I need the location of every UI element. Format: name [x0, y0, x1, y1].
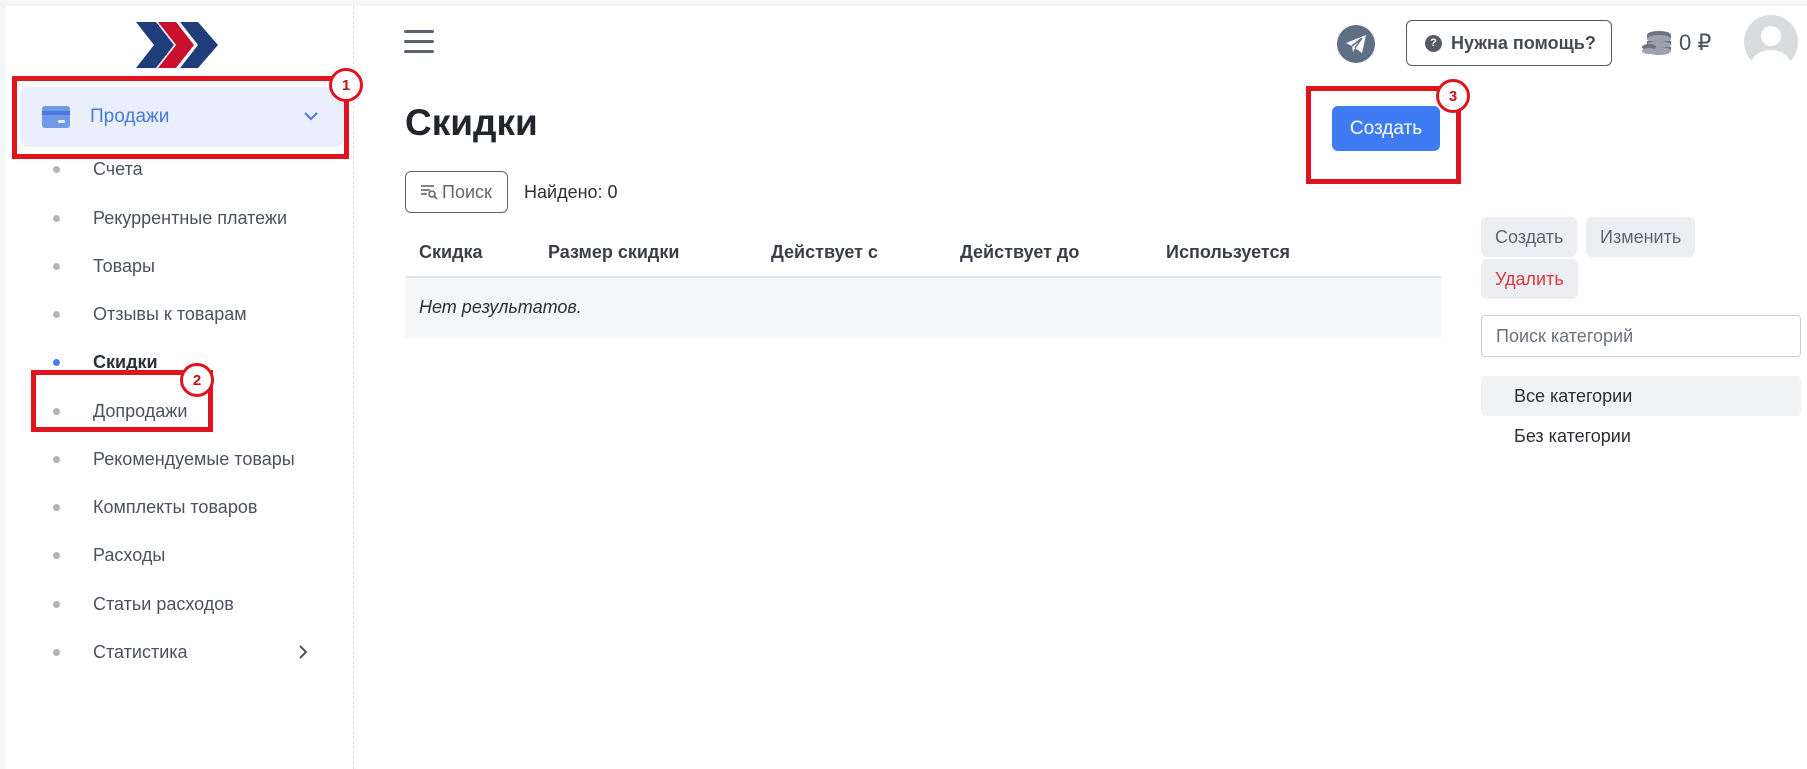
table-empty-row: Нет результатов.	[405, 278, 1441, 338]
table-header: Скидка Размер скидки Действует с Действу…	[405, 228, 1441, 278]
search-button-label: Поиск	[442, 181, 492, 202]
category-search-input[interactable]	[1481, 315, 1801, 357]
telegram-icon[interactable]	[1337, 25, 1375, 63]
sidebar-item-label: Допродажи	[93, 400, 188, 421]
chevron-down-icon[interactable]	[302, 107, 320, 125]
sidebar-item-recurring-payments[interactable]: Рекуррентные платежи	[6, 194, 354, 242]
bullet-icon	[53, 358, 60, 366]
menu-toggle-icon[interactable]	[404, 30, 434, 58]
sidebar-item-label: Комплекты товаров	[93, 496, 258, 517]
page-title: Скидки	[405, 102, 538, 143]
sidebar-item-product-reviews[interactable]: Отзывы к товарам	[6, 290, 354, 338]
sidebar-item-expense-items[interactable]: Статьи расходов	[6, 580, 354, 628]
sidebar-item-products[interactable]: Товары	[6, 242, 354, 290]
bullet-icon	[53, 214, 60, 222]
sidebar-item-label: Рекуррентные платежи	[93, 207, 288, 228]
discounts-table: Скидка Размер скидки Действует с Действу…	[405, 228, 1441, 338]
filter-search-icon	[421, 185, 438, 200]
create-discount-button[interactable]: Создать	[1332, 106, 1440, 151]
bullet-icon	[53, 455, 60, 463]
sidebar-item-label: Расходы	[93, 544, 166, 565]
sidebar: Продажи Счета Рекуррентные платежи Товар…	[6, 6, 354, 769]
bullet-icon	[53, 407, 60, 415]
category-delete-button[interactable]: Удалить	[1481, 259, 1578, 299]
coins-icon	[1642, 31, 1671, 55]
column-header-valid-from[interactable]: Действует с	[771, 242, 878, 263]
column-header-discount[interactable]: Скидка	[419, 242, 483, 263]
bullet-icon	[53, 503, 60, 511]
bullet-icon	[53, 262, 60, 270]
sidebar-item-product-bundles[interactable]: Комплекты товаров	[6, 483, 354, 531]
sidebar-item-statistics[interactable]: Статистика	[6, 628, 354, 676]
column-header-used[interactable]: Используется	[1166, 242, 1290, 263]
sidebar-item-label: Товары	[93, 255, 155, 276]
bullet-icon	[53, 165, 60, 173]
sidebar-item-label: Счета	[93, 158, 143, 179]
column-header-discount-size[interactable]: Размер скидки	[548, 242, 679, 263]
sidebar-item-upsells[interactable]: Допродажи	[6, 387, 354, 435]
app-window: Продажи Счета Рекуррентные платежи Товар…	[6, 6, 1807, 769]
avatar[interactable]	[1744, 15, 1798, 69]
category-item-all[interactable]: Все категории	[1481, 376, 1801, 416]
annotation-badge-3: 3	[1436, 79, 1470, 113]
balance-amount: 0 ₽	[1679, 30, 1712, 55]
sidebar-item-recommended-products[interactable]: Рекомендуемые товары	[6, 435, 354, 483]
sidebar-item-label: Рекомендуемые товары	[93, 448, 295, 469]
credit-card-icon	[42, 106, 70, 128]
balance[interactable]: 0 ₽	[1641, 30, 1711, 56]
help-button[interactable]: ? Нужна помощь?	[1406, 20, 1612, 66]
help-button-label: Нужна помощь?	[1451, 32, 1596, 53]
category-item-label: Без категории	[1514, 426, 1631, 446]
annotation-badge-2: 2	[180, 363, 214, 397]
bullet-icon	[53, 310, 60, 318]
sidebar-item-invoices[interactable]: Счета	[6, 145, 354, 193]
category-edit-button[interactable]: Изменить	[1586, 217, 1696, 257]
category-item-label: Все категории	[1514, 386, 1633, 406]
search-button[interactable]: Поиск	[405, 171, 508, 213]
sidebar-item-label: Скидки	[93, 351, 158, 372]
results-count: Найдено: 0	[524, 182, 618, 202]
sidebar-section-label: Продажи	[90, 106, 170, 127]
column-header-valid-until[interactable]: Действует до	[960, 242, 1079, 263]
sidebar-item-label: Статистика	[93, 641, 188, 662]
category-item-uncategorized[interactable]: Без категории	[1481, 416, 1801, 456]
sidebar-item-label: Отзывы к товарам	[93, 303, 247, 324]
bullet-icon	[53, 600, 60, 608]
bullet-icon	[53, 648, 60, 656]
user-avatar-icon	[1751, 26, 1791, 69]
annotation-badge-1: 1	[329, 68, 363, 102]
category-create-button[interactable]: Создать	[1481, 217, 1578, 257]
sidebar-item-label: Статьи расходов	[93, 593, 234, 614]
sidebar-item-expenses[interactable]: Расходы	[6, 531, 354, 579]
logo-icon[interactable]	[136, 20, 220, 70]
chevron-right-icon	[299, 645, 308, 659]
question-circle-icon: ?	[1425, 34, 1442, 52]
sidebar-section-sales[interactable]: Продажи	[20, 87, 344, 147]
bullet-icon	[53, 551, 60, 559]
empty-state-text: Нет результатов.	[419, 297, 582, 317]
